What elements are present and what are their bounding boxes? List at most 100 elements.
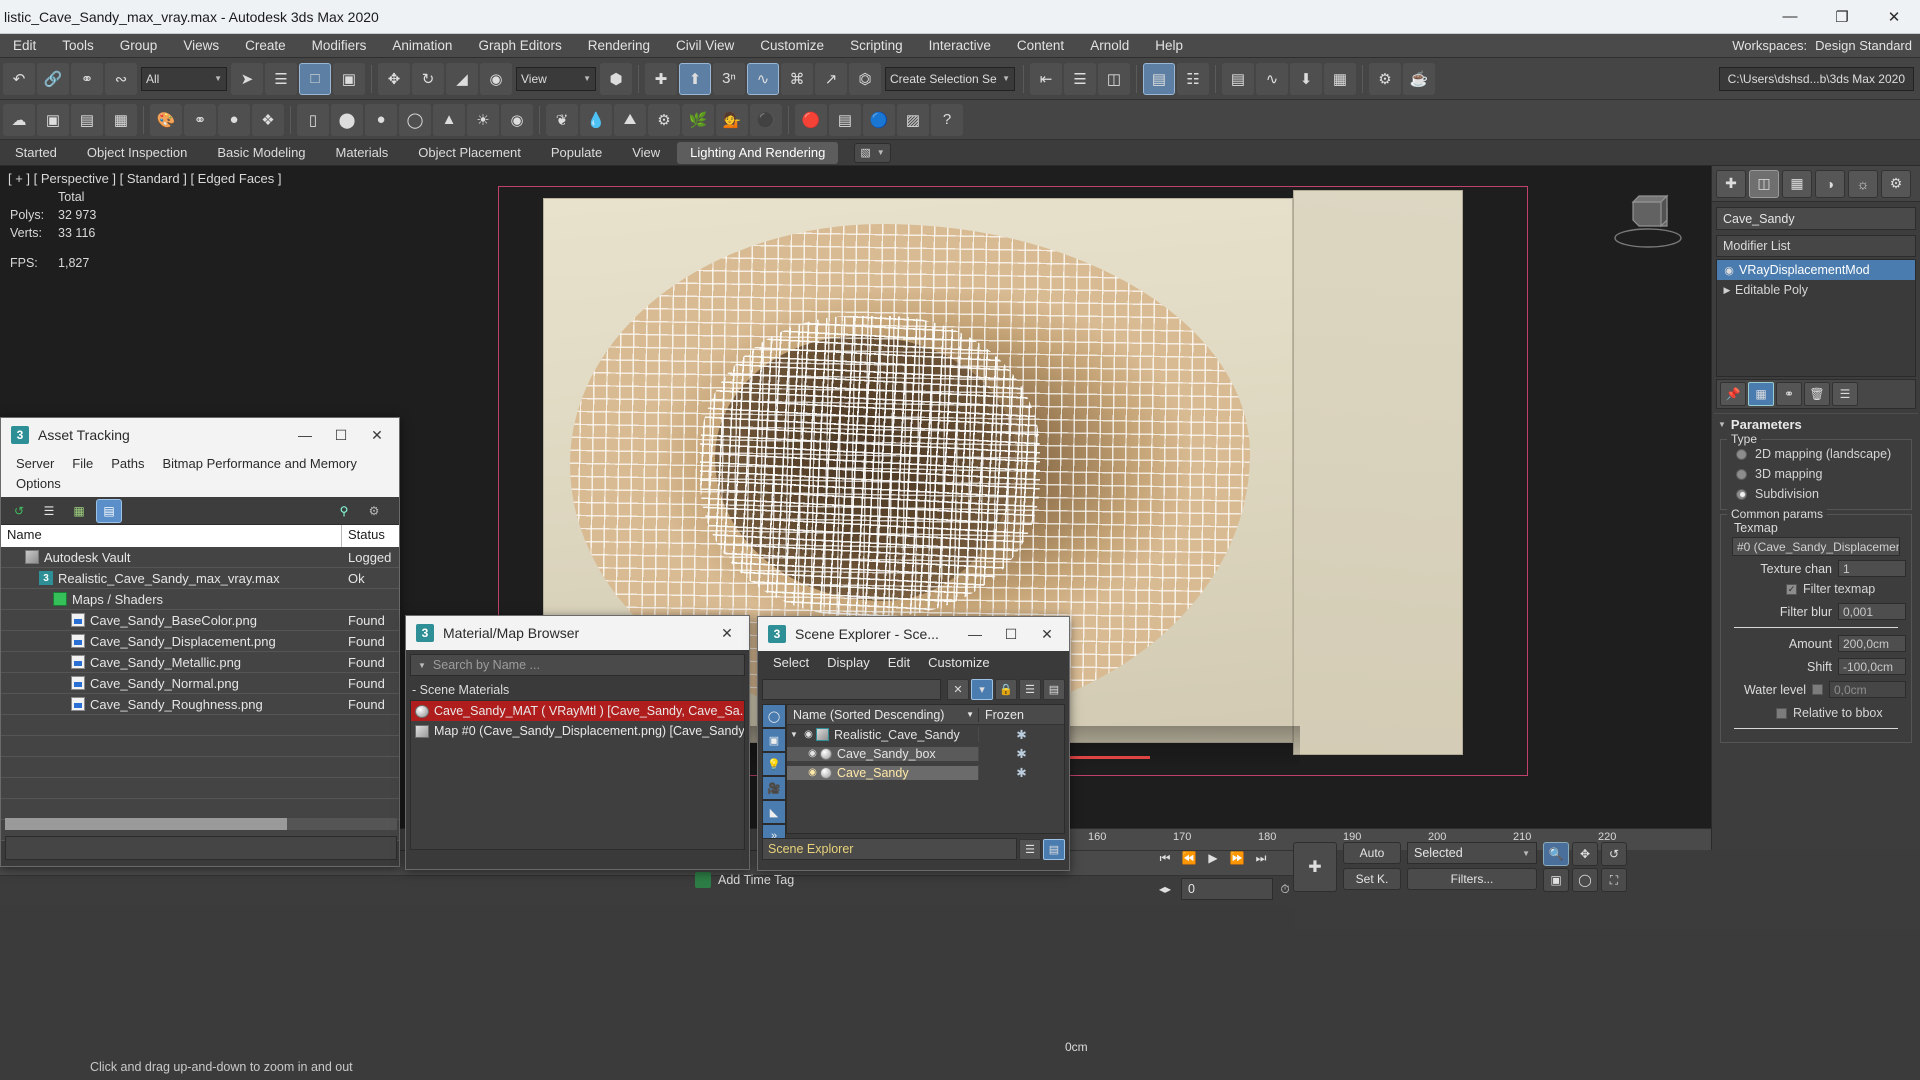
radio-3d-mapping[interactable]: 3D mapping: [1726, 464, 1906, 484]
layer-manager-icon[interactable]: ☷: [1177, 62, 1209, 95]
sun-icon[interactable]: ☀: [467, 103, 499, 136]
at-menu-server[interactable]: Server: [7, 454, 63, 474]
tab-basic-modeling[interactable]: Basic Modeling: [204, 142, 318, 164]
hierarchy-tab[interactable]: ▦: [1782, 169, 1812, 198]
bind-space-warp-icon[interactable]: ∾: [105, 62, 137, 95]
zoom-region-icon[interactable]: ▣: [1543, 868, 1569, 892]
undo-icon[interactable]: ↶: [3, 62, 35, 95]
auto-key-button[interactable]: Auto: [1343, 842, 1401, 864]
workspace-selector[interactable]: Workspaces: Design Standard: [1732, 38, 1920, 53]
table-row[interactable]: Autodesk Vault Logged: [1, 547, 399, 568]
modifier-stack[interactable]: ◉ VRayDisplacementMod ▶ Editable Poly: [1716, 259, 1916, 377]
populate-icon[interactable]: ⚫: [750, 103, 782, 136]
foliage-icon[interactable]: 🌿: [682, 103, 714, 136]
pan-view-icon[interactable]: ✥: [1572, 842, 1598, 866]
table-row[interactable]: Cave_Sandy_Normal.png Found: [1, 673, 399, 694]
torus-icon[interactable]: ◉: [501, 103, 533, 136]
menu-create[interactable]: Create: [232, 34, 299, 58]
select-and-move-icon[interactable]: ✥: [378, 62, 410, 95]
light-sphere-icon[interactable]: 🔴: [795, 103, 827, 136]
expand-triangle-icon[interactable]: ▼: [787, 730, 801, 739]
checkbox-icon[interactable]: ✓: [1776, 707, 1787, 719]
asset-tracking-maximize-button[interactable]: ☐: [323, 419, 359, 451]
shapes-icon[interactable]: ▣: [37, 103, 69, 136]
object-name-field[interactable]: Cave_Sandy: [1716, 207, 1916, 230]
refresh-icon[interactable]: ↺: [6, 499, 32, 523]
at-menu-bitmap-performance[interactable]: Bitmap Performance and Memory: [154, 454, 366, 474]
filters-button[interactable]: Filters...: [1407, 868, 1537, 890]
select-and-rotate-icon[interactable]: ↻: [412, 62, 444, 95]
project-path-display[interactable]: C:\Users\dshsd...b\3ds Max 2020: [1718, 66, 1914, 91]
modifier-editable-poly[interactable]: ▶ Editable Poly: [1717, 280, 1915, 300]
column-status[interactable]: Status: [342, 525, 399, 547]
water-level-spinner[interactable]: 0,0cm: [1829, 681, 1906, 698]
tab-view[interactable]: View: [619, 142, 673, 164]
grid-view-icon[interactable]: ▤: [96, 498, 122, 523]
remove-modifier-icon[interactable]: 🗑: [1804, 382, 1830, 406]
edit-named-selection-icon[interactable]: ↗: [815, 62, 847, 95]
schematic-view-icon[interactable]: ∿: [1256, 62, 1288, 95]
go-to-end-icon[interactable]: ⏭: [1249, 845, 1273, 871]
menu-interactive[interactable]: Interactive: [916, 34, 1004, 58]
menu-tools[interactable]: Tools: [49, 34, 107, 58]
table-row[interactable]: ◉ Cave_Sandy_box ✱: [787, 744, 1064, 763]
snaps-toggle-icon[interactable]: ⬆: [679, 62, 711, 95]
scene-explorer-maximize-button[interactable]: ☐: [993, 618, 1029, 650]
material-search-input[interactable]: ▼ Search by Name ...: [410, 654, 745, 676]
maxscript-listener[interactable]: [0, 876, 1295, 906]
column-name[interactable]: Name (Sorted Descending) ▼: [787, 708, 978, 722]
radio-2d-mapping[interactable]: 2D mapping (landscape): [1726, 444, 1906, 464]
shift-spinner[interactable]: -100,0cm: [1838, 658, 1906, 675]
menu-views[interactable]: Views: [170, 34, 232, 58]
fluid-icon[interactable]: 💧: [580, 103, 612, 136]
tab-materials[interactable]: Materials: [323, 142, 402, 164]
modifier-list-dropdown[interactable]: Modifier List: [1716, 235, 1916, 257]
thumbnail-view-icon[interactable]: ▦: [66, 499, 92, 523]
menu-customize[interactable]: Customize: [747, 34, 837, 58]
asset-tracking-minimize-button[interactable]: —: [287, 419, 323, 451]
se-menu-select[interactable]: Select: [764, 653, 818, 673]
columns-icon[interactable]: ▤: [1043, 679, 1065, 700]
scene-explorer-tree[interactable]: Name (Sorted Descending) ▼ Frozen ▼ ◉ Re…: [786, 704, 1065, 834]
minimize-button[interactable]: —: [1764, 0, 1816, 34]
helpers-filter-icon[interactable]: ◣: [762, 800, 786, 824]
menu-group[interactable]: Group: [107, 34, 171, 58]
go-to-start-icon[interactable]: ⏮: [1153, 845, 1177, 871]
display-options-icon[interactable]: ☰: [1019, 838, 1041, 860]
menu-arnold[interactable]: Arnold: [1077, 34, 1142, 58]
utilities-tab[interactable]: ⚙: [1881, 169, 1911, 198]
show-end-result-icon[interactable]: ▦: [1748, 382, 1774, 406]
scene-explorer-title-bar[interactable]: 3 Scene Explorer - Sce... — ☐ ✕: [758, 617, 1069, 651]
table-row[interactable]: Maps / Shaders: [1, 589, 399, 610]
amount-spinner[interactable]: 200,0cm: [1838, 635, 1906, 652]
select-link-icon[interactable]: 🔗: [37, 62, 69, 95]
asset-tracking-list[interactable]: Autodesk Vault Logged 3 Realistic_Cave_S…: [1, 547, 399, 841]
chevron-down-icon[interactable]: ▼: [411, 661, 433, 670]
skylight-icon[interactable]: ▤: [829, 103, 861, 136]
box-icon[interactable]: ▯: [297, 103, 329, 136]
display-tab[interactable]: ☼: [1848, 169, 1878, 198]
particles-icon[interactable]: ❖: [252, 103, 284, 136]
column-name[interactable]: Name: [1, 525, 342, 547]
tab-populate[interactable]: Populate: [538, 142, 615, 164]
select-and-scale-icon[interactable]: ◢: [446, 62, 478, 95]
sphere-icon[interactable]: ⬤: [331, 103, 363, 136]
tab-object-placement[interactable]: Object Placement: [405, 142, 534, 164]
modifier-vray-displacement[interactable]: ◉ VRayDisplacementMod: [1717, 260, 1915, 280]
create-tab[interactable]: ✚: [1716, 169, 1746, 198]
menu-civil-view[interactable]: Civil View: [663, 34, 747, 58]
clear-search-icon[interactable]: ✕: [947, 679, 969, 700]
material-map-browser-window[interactable]: 3 Material/Map Browser ✕ ▼ Search by Nam…: [405, 615, 750, 870]
table-row[interactable]: ◉ Cave_Sandy ✱: [787, 763, 1064, 782]
spinner-snap-icon[interactable]: ⌘: [781, 62, 813, 95]
cameras-icon[interactable]: ▦: [105, 103, 137, 136]
sort-icon[interactable]: ☰: [1019, 679, 1041, 700]
set-key-big-button[interactable]: ✚: [1293, 842, 1337, 892]
next-frame-icon[interactable]: ⏩: [1225, 845, 1249, 871]
space-warps-icon[interactable]: ⚭: [184, 103, 216, 136]
material-browser-close-button[interactable]: ✕: [709, 617, 745, 649]
render-setup-icon[interactable]: ▦: [1324, 62, 1356, 95]
orbit-icon[interactable]: ↺: [1601, 842, 1627, 866]
se-menu-display[interactable]: Display: [818, 653, 879, 673]
asset-tracking-title-bar[interactable]: 3 Asset Tracking — ☐ ✕: [1, 418, 399, 452]
